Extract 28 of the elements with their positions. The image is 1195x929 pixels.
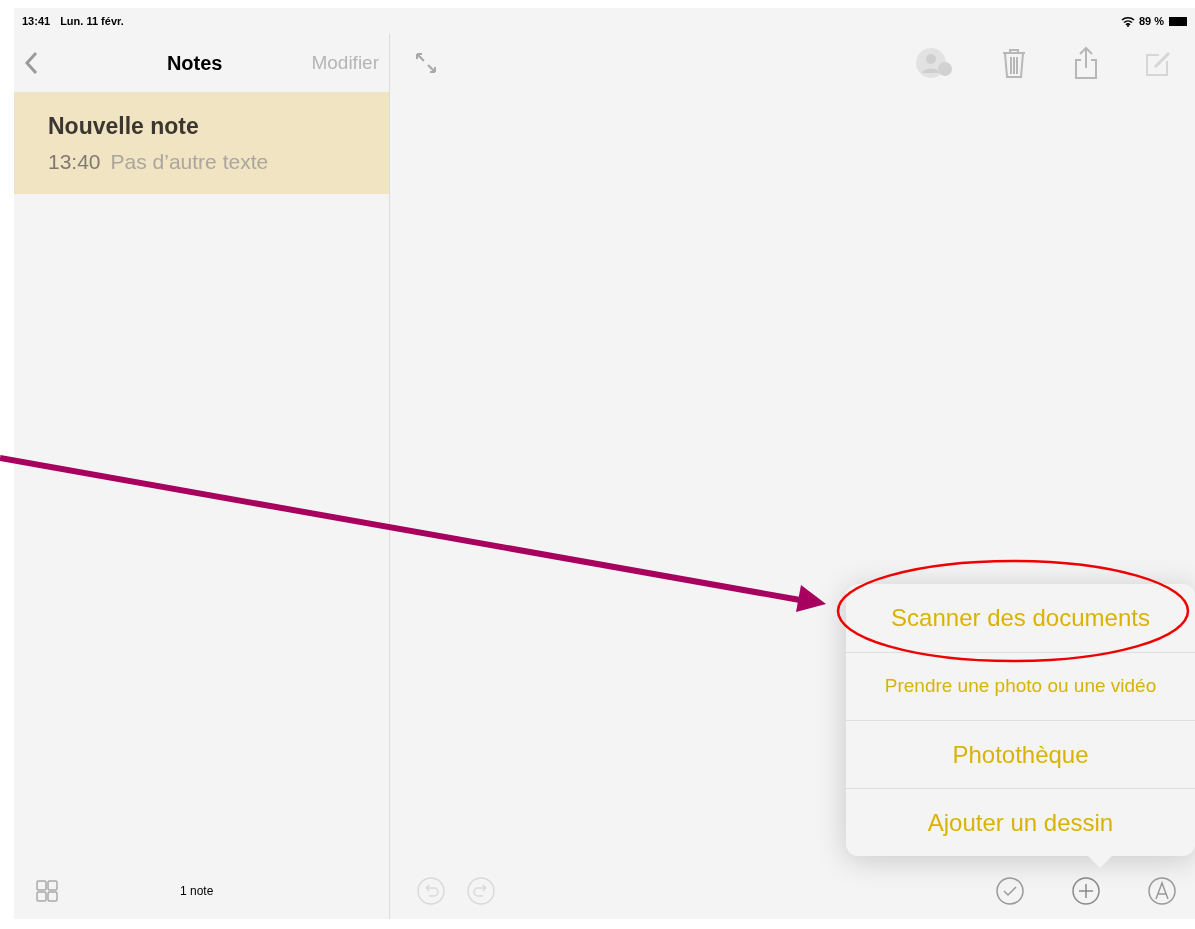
gallery-grid-icon[interactable] xyxy=(36,880,58,902)
note-preview: Pas d’autre texte xyxy=(110,148,269,175)
share-icon[interactable] xyxy=(1073,46,1099,80)
menu-item[interactable]: Ajouter un dessin xyxy=(846,788,1195,856)
trash-icon[interactable] xyxy=(1001,47,1027,79)
status-date: Lun. 11 févr. xyxy=(60,13,124,29)
nav-title: Notes xyxy=(166,51,223,76)
add-person-icon[interactable] xyxy=(915,47,955,79)
note-count: 1 note xyxy=(180,883,214,900)
menu-item[interactable]: Prendre une photo ou une vidéo xyxy=(846,652,1195,720)
plus-circle-icon[interactable] xyxy=(1071,876,1101,906)
battery-percent: 89 % xyxy=(1138,13,1164,29)
note-time: 13:40 xyxy=(48,148,101,175)
menu-item[interactable]: Photothèque xyxy=(846,720,1195,788)
back-chevron-icon[interactable] xyxy=(24,51,38,75)
note-title: Nouvelle note xyxy=(48,112,200,141)
pen-circle-icon[interactable] xyxy=(1147,876,1177,906)
compose-icon[interactable] xyxy=(1145,49,1171,77)
wifi-icon xyxy=(1120,15,1135,27)
redo-icon[interactable] xyxy=(466,876,496,906)
battery-icon xyxy=(1169,16,1187,26)
checkmark-circle-icon[interactable] xyxy=(995,876,1025,906)
undo-icon[interactable] xyxy=(416,876,446,906)
status-time: 13:41 xyxy=(22,13,51,29)
note-list-item[interactable]: Nouvelle note 13:40 Pas d’autre texte xyxy=(14,92,389,194)
menu-item[interactable]: Scanner des documents xyxy=(846,584,1195,652)
expand-arrows-icon[interactable] xyxy=(414,51,438,75)
edit-button[interactable]: Modifier xyxy=(311,48,379,78)
